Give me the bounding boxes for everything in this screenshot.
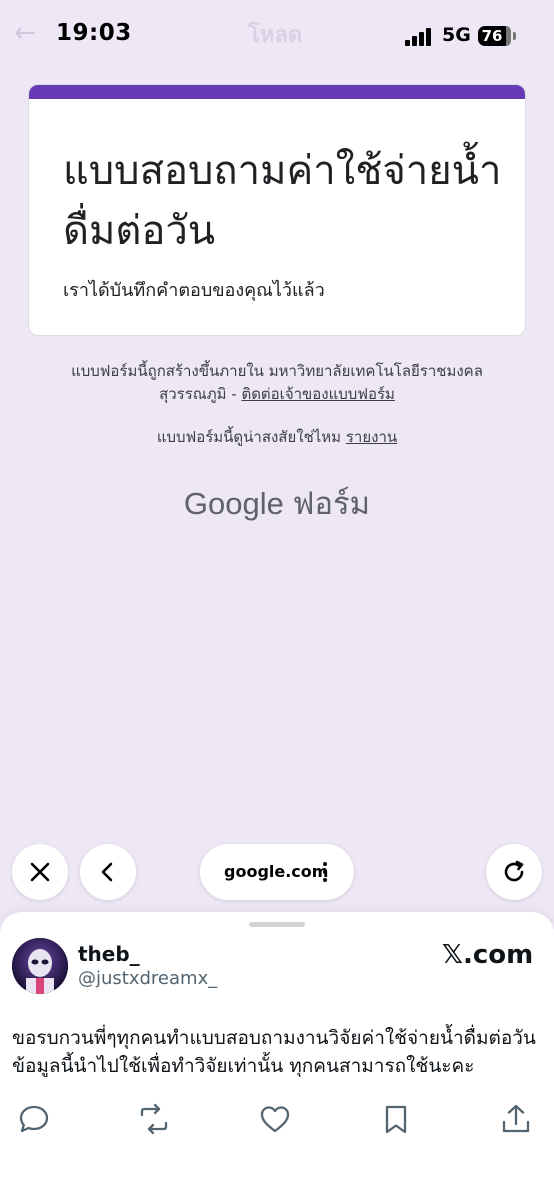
network-type: 5G — [442, 24, 471, 46]
contact-owner-link[interactable]: ติดต่อเจ้าของแบบฟอร์ม — [241, 385, 394, 403]
avatar[interactable] — [12, 938, 68, 994]
like-icon — [260, 1106, 290, 1133]
sheet-grabber[interactable] — [249, 922, 305, 927]
bookmark-icon — [385, 1105, 407, 1134]
forms-wordmark: ฟอร์ม — [292, 486, 371, 521]
share-icon — [502, 1104, 530, 1133]
back-arrow-icon: ← — [14, 18, 36, 48]
back-button[interactable] — [80, 844, 136, 900]
form-confirmation: เราได้บันทึกคำตอบของคุณไว้แล้ว — [63, 280, 325, 301]
repost-icon — [140, 1103, 168, 1135]
form-card: แบบสอบถามค่าใช้จ่ายน้ำดื่มต่อวัน เราได้บ… — [28, 84, 526, 336]
share-button[interactable] — [499, 1102, 533, 1136]
post-sheet: theb_ @justxdreamx_ 𝕏.com ขอรบกวนพี่ๆทุก… — [0, 912, 554, 1200]
reply-icon — [19, 1105, 49, 1133]
close-icon — [30, 862, 50, 882]
battery-icon: 76 — [478, 26, 511, 46]
user-handle[interactable]: @justxdreamx_ — [78, 968, 217, 989]
suspicious-text: แบบฟอร์มนี้ดูน่าสงสัยใช่ไหม — [156, 428, 342, 446]
google-forms-logo[interactable]: Google ฟอร์ม — [0, 478, 554, 528]
signal-icon — [405, 28, 435, 46]
report-link[interactable]: รายงาน — [346, 428, 397, 446]
battery-level: 76 — [481, 27, 503, 45]
like-button[interactable] — [258, 1102, 292, 1136]
reload-icon — [504, 860, 524, 882]
status-bar: ← โหลด 19:03 5G 76 — [0, 0, 554, 72]
ghost-title: โหลด — [248, 23, 303, 48]
back-chevron-icon — [101, 862, 113, 882]
status-time: 19:03 — [56, 20, 132, 46]
post-text[interactable]: ขอรบกวนพี่ๆทุกคนทำแบบสอบถามงานวิจัยค่าใช… — [12, 1024, 540, 1080]
repost-button[interactable] — [137, 1102, 171, 1136]
display-name[interactable]: theb_ — [78, 942, 140, 966]
close-button[interactable] — [12, 844, 68, 900]
form-title: แบบสอบถามค่าใช้จ่ายน้ำดื่มต่อวัน — [63, 149, 502, 253]
more-vertical-icon[interactable] — [322, 862, 328, 882]
google-wordmark: Google — [183, 486, 284, 521]
form-accent-bar — [29, 85, 525, 99]
bookmark-button[interactable] — [379, 1102, 413, 1136]
reload-button[interactable] — [486, 844, 542, 900]
suspicious-row: แบบฟอร์มนี้ดูน่าสงสัยใช่ไหม รายงาน — [40, 426, 514, 449]
site-name: 𝕏.com — [442, 940, 534, 970]
url-text: google.com — [224, 862, 329, 881]
reply-button[interactable] — [17, 1102, 51, 1136]
url-bar[interactable]: google.com — [200, 844, 354, 900]
form-footer: แบบฟอร์มนี้ถูกสร้างขึ้นภายใน มหาวิทยาลัย… — [40, 360, 514, 406]
avatar-image — [12, 938, 68, 994]
battery-tip — [513, 32, 516, 40]
